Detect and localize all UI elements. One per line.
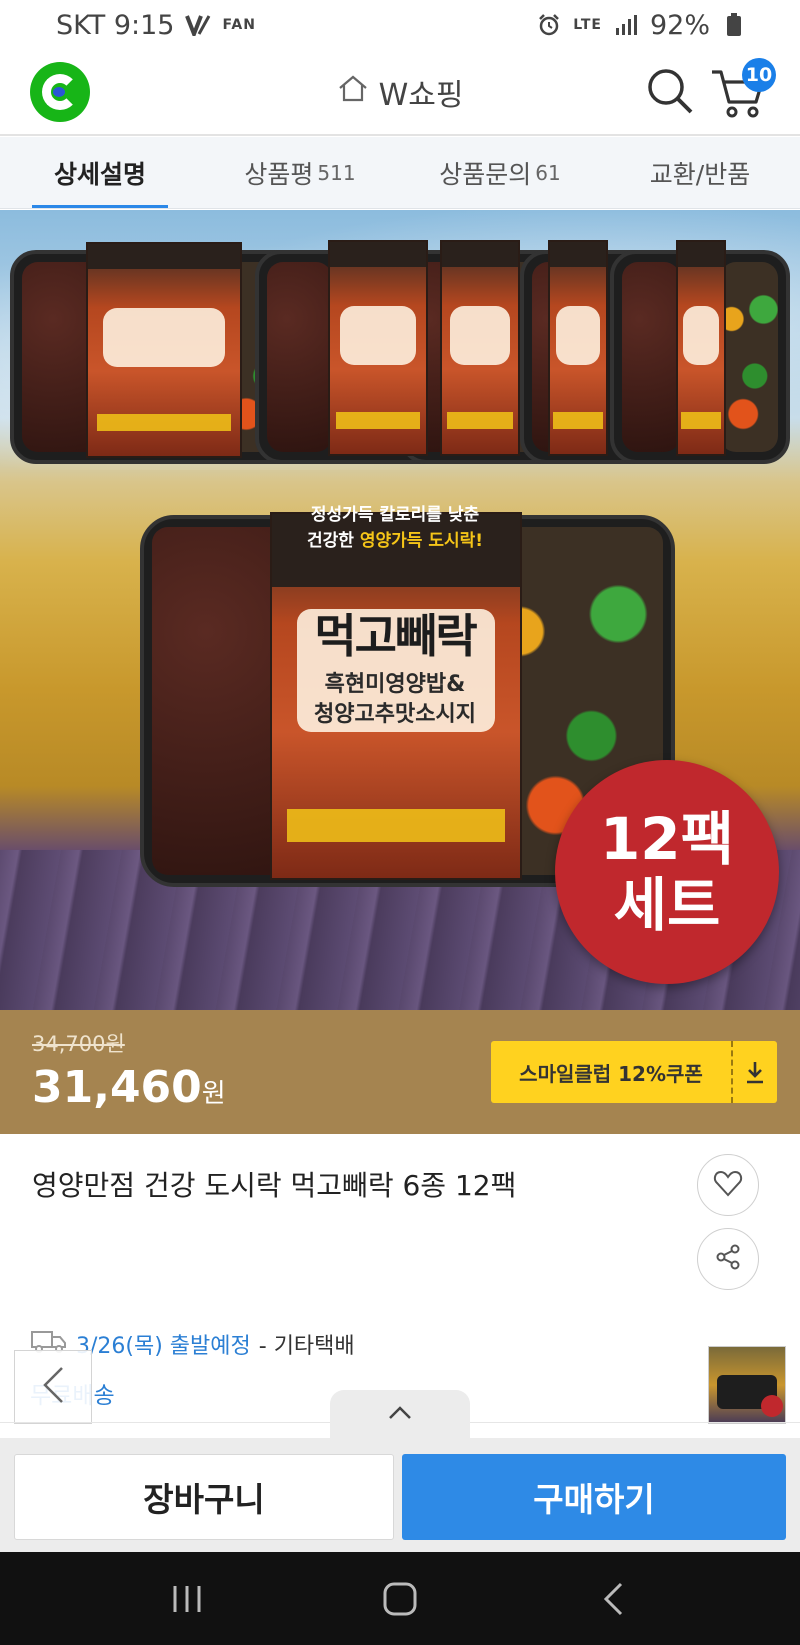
product-title: 영양만점 건강 도시락 먹고빼락 6종 12팩 — [32, 1169, 517, 1202]
status-left: SKT 9:15 FAN — [56, 10, 256, 41]
small-sleeve-5 — [676, 240, 726, 456]
smile-club-coupon-button[interactable]: 스마일클럽 12%쿠폰 — [491, 1041, 777, 1103]
system-back-button[interactable] — [583, 1569, 643, 1629]
product-image[interactable]: 정성가득 칼로리를 낮춘 건강한 영양가득 도시락! 먹고빼락 흑현미영양밥& … — [0, 210, 800, 1010]
tab-reviews[interactable]: 상품평 511 — [200, 137, 400, 208]
recent-apps-button[interactable] — [157, 1569, 217, 1629]
download-icon — [733, 1041, 777, 1103]
small-sleeve-3 — [440, 240, 520, 456]
wishlist-button[interactable] — [697, 1154, 759, 1216]
small-sleeve-4 — [548, 240, 608, 456]
tab-count: 61 — [535, 160, 561, 185]
v-icon — [184, 13, 212, 37]
price-bar: 34,700원 31,460원 스마일클럽 12%쿠폰 — [0, 1010, 800, 1134]
product-thumbnail[interactable] — [708, 1346, 786, 1424]
app-header: W쇼핑 10 — [0, 50, 800, 136]
thumb-badge — [761, 1395, 783, 1417]
tab-exchange-return[interactable]: 교환/반품 — [600, 137, 800, 208]
tab-label: 상세설명 — [53, 159, 146, 189]
tab-description[interactable]: 상세설명 — [0, 137, 200, 208]
system-nav-bar — [0, 1552, 800, 1645]
header-title: W쇼핑 — [378, 78, 464, 113]
home-button[interactable] — [370, 1569, 430, 1629]
network-label: LTE — [573, 17, 602, 33]
share-button[interactable] — [697, 1228, 759, 1290]
bottom-action-bar: 장바구니 구매하기 — [0, 1438, 800, 1552]
menu-description: 흑현미영양밥& 청양고추맛소시지 — [314, 672, 476, 727]
status-right: LTE 92% — [535, 10, 748, 41]
chevron-up-icon — [387, 1405, 413, 1425]
pack-set-badge: 12팩 세트 — [555, 760, 779, 984]
heart-icon — [713, 1169, 743, 1201]
sale-price: 31,460원 — [32, 1062, 226, 1113]
search-icon[interactable] — [645, 66, 695, 116]
add-to-cart-button[interactable]: 장바구니 — [14, 1454, 394, 1540]
tab-label: 교환/반품 — [649, 159, 751, 189]
ship-method: - 기타택배 — [258, 1334, 355, 1359]
tab-count: 511 — [317, 160, 356, 185]
brand-mark: 먹고빼락 — [314, 609, 477, 663]
home-icon — [337, 74, 369, 110]
fan-label: FAN — [222, 17, 256, 33]
battery-percent: 92% — [649, 9, 710, 41]
battery-icon — [720, 13, 748, 37]
detail-tabs: 상세설명 상품평 511 상품문의 61 교환/반품 — [0, 137, 800, 209]
alarm-icon — [535, 13, 563, 37]
sleeve-line-1: 정성가득 칼로리를 낮춘 — [310, 505, 480, 525]
share-icon — [714, 1243, 742, 1275]
back-button[interactable] — [14, 1350, 92, 1424]
buy-now-button[interactable]: 구매하기 — [402, 1454, 786, 1540]
sleeve-line-2: 건강한 영양가득 도시락! — [307, 531, 483, 551]
cart-count-badge: 10 — [742, 58, 776, 92]
status-bar: SKT 9:15 FAN LTE 92% — [0, 0, 800, 50]
ship-date[interactable]: 3/26(목) 출발예정 — [76, 1328, 251, 1360]
coupon-label: 스마일클럽 12%쿠폰 — [491, 1041, 733, 1103]
sleeve-tagline: 정성가득 칼로리를 낮춘 건강한 영양가득 도시락! — [272, 502, 518, 554]
tab-label: 상품문의 — [439, 159, 532, 189]
collapse-toggle[interactable] — [330, 1390, 470, 1440]
tab-label: 상품평 — [244, 159, 314, 189]
signal-icon — [612, 13, 640, 37]
chevron-left-icon — [40, 1365, 66, 1409]
original-price: 34,700원 — [32, 1032, 125, 1056]
small-sleeve-1 — [86, 242, 242, 458]
carrier-time: SKT 9:15 — [56, 9, 175, 41]
tab-questions[interactable]: 상품문의 61 — [400, 137, 600, 208]
small-sleeve-2 — [328, 240, 428, 456]
